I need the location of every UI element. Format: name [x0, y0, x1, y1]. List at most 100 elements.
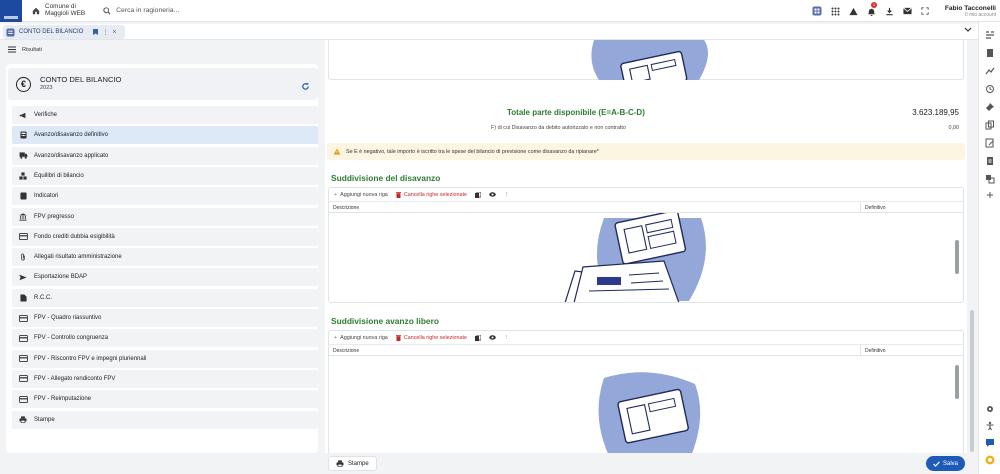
chevron-down-icon[interactable] — [964, 27, 972, 33]
menu-item-10[interactable]: FPV - Quadro riassuntivo — [12, 309, 318, 327]
more-options-icon[interactable]: ⋮ — [504, 335, 509, 341]
close-tab-icon[interactable]: × — [112, 29, 116, 36]
menu-item-8[interactable]: Esportazione BDAP — [12, 268, 318, 287]
list-settings-icon[interactable] — [985, 30, 995, 40]
grid-scrollbar[interactable] — [955, 365, 959, 399]
menu-item-label: Fondo crediti dubbia esigibilità — [34, 233, 115, 240]
menu-item-12[interactable]: FPV - Riscontro FPV e impegni pluriennal… — [12, 349, 318, 368]
add-row-button[interactable]: + Aggiungi nuova riga — [334, 335, 388, 341]
column-definitivo[interactable]: Definitivo — [865, 205, 886, 211]
print-button[interactable]: Stampe — [328, 456, 377, 471]
eye-icon[interactable] — [489, 192, 496, 197]
accessibility-icon[interactable] — [985, 421, 995, 431]
user-account-link: Il mio account — [965, 11, 996, 18]
bookmark-icon[interactable] — [93, 29, 99, 35]
grid-scrollbar[interactable] — [955, 240, 959, 274]
euro-icon: € — [16, 77, 31, 92]
fullscreen-icon[interactable] — [916, 0, 934, 22]
menu-item-1[interactable]: Avanzo/disavanzo definitivo — [12, 126, 318, 145]
main-content: Totale parte disponibile (E=A-B-C-D) 3.6… — [325, 40, 967, 453]
more-options-icon[interactable]: ⋮ — [504, 192, 509, 198]
card-icon — [16, 355, 30, 363]
search-icon — [103, 6, 111, 15]
card-icon — [16, 395, 30, 403]
delete-rows-button[interactable]: Cancella righe selezionate — [395, 192, 467, 198]
trend-icon[interactable] — [985, 66, 995, 76]
history-icon[interactable] — [985, 84, 995, 94]
chat-icon[interactable] — [985, 438, 995, 448]
results-toggle[interactable]: Risultati — [8, 46, 42, 53]
column-descrizione[interactable]: Descrizione — [333, 348, 359, 354]
gear-icon[interactable] — [985, 404, 995, 414]
grid-header: Descrizione Definitivo — [329, 345, 963, 356]
menu-item-11[interactable]: FPV - Controllo congruenza — [12, 329, 318, 348]
alert-icon[interactable] — [844, 0, 862, 22]
menu-item-13[interactable]: FPV - Allegato rendiconto FPV — [12, 369, 318, 388]
menu-item-7[interactable]: Allegati risultato amministrazione — [12, 248, 318, 267]
gauge-icon — [16, 192, 30, 200]
tab-label: CONTO DEL BILANCIO — [19, 29, 84, 35]
menu-item-label: Esportazione BDAP — [34, 274, 88, 281]
menu-item-2[interactable]: Avanzo/disavanzo applicato — [12, 146, 318, 165]
boxes-icon — [16, 172, 30, 180]
printer-icon — [336, 460, 344, 467]
results-label: Risultati — [22, 46, 42, 53]
menu-item-9[interactable]: R.C.C. — [12, 288, 318, 307]
save-button[interactable]: Salva — [926, 456, 965, 471]
eye-icon[interactable] — [489, 335, 496, 340]
delete-rows-button[interactable]: Cancella righe selezionate — [395, 335, 467, 341]
bell-icon[interactable]: 1 — [862, 0, 880, 22]
copy-icon[interactable] — [475, 334, 482, 341]
organization[interactable]: Comune di Maggioli WEB — [32, 3, 86, 17]
download-icon[interactable] — [880, 0, 898, 22]
total-label: Totale parte disponibile (E=A-B-C-D) — [507, 108, 645, 117]
layers-icon[interactable] — [985, 174, 995, 184]
menu-item-5[interactable]: FPV pregresso — [12, 207, 318, 226]
user-menu[interactable]: Fabio Tacconelli Il mio account — [940, 5, 1000, 18]
column-descrizione[interactable]: Descrizione — [333, 205, 359, 211]
warning-banner: Se E è negativo, tale importo è iscritto… — [327, 143, 965, 160]
menu-item-0[interactable]: Verifiche — [12, 106, 318, 124]
file-icon[interactable] — [985, 156, 995, 166]
previous-grid-empty-area — [328, 40, 964, 80]
book-icon[interactable] — [985, 48, 995, 58]
menu-item-3[interactable]: Equilibri di bilancio — [12, 166, 318, 185]
warning-text: Se E è negativo, tale importo è iscritto… — [346, 148, 599, 155]
mail-icon[interactable] — [898, 0, 916, 22]
pin-icon[interactable] — [985, 102, 995, 112]
refresh-icon[interactable] — [301, 82, 310, 91]
apps-icon[interactable] — [808, 0, 826, 22]
add-row-button[interactable]: + Aggiungi nuova riga — [334, 192, 388, 198]
menu-item-4[interactable]: Indicatori — [12, 187, 318, 206]
empty-state-illustration — [591, 40, 708, 80]
calculator-icon — [16, 131, 30, 139]
tab-conto-del-bilancio[interactable]: CONTO DEL BILANCIO ⋮ × — [3, 25, 125, 39]
menu-item-15[interactable]: Stampe — [12, 410, 318, 429]
copy-icon[interactable] — [475, 191, 482, 198]
column-definitivo[interactable]: Definitivo — [865, 348, 886, 354]
search-input[interactable]: Cerca in ragioneria... — [103, 6, 179, 15]
org-name-line2: Maggioli WEB — [45, 9, 86, 17]
app-logo[interactable] — [0, 0, 22, 22]
plus-icon[interactable] — [985, 190, 995, 200]
main-scrollbar[interactable] — [970, 310, 974, 452]
card-icon — [16, 233, 30, 241]
copy-icon[interactable] — [985, 120, 995, 130]
sub-label: F) di cui Disavanzo da debito autorizzat… — [491, 125, 626, 131]
section-avanzo-libero-title: Suddivisione avanzo libero — [331, 316, 439, 326]
megaphone-icon — [16, 112, 30, 119]
menu-item-14[interactable]: FPV - Reimputazione — [12, 390, 318, 409]
grid-icon[interactable] — [826, 0, 844, 22]
menu-item-6[interactable]: Fondo crediti dubbia esigibilità — [12, 227, 318, 246]
user-name: Fabio Tacconelli — [944, 4, 996, 12]
empty-state-illustration — [598, 372, 701, 453]
help-icon[interactable] — [985, 455, 995, 465]
menu-item-label: FPV - Riscontro FPV e impegni pluriennal… — [34, 355, 147, 362]
more-icon[interactable]: ⋮ — [102, 29, 108, 36]
right-rail — [978, 22, 1000, 474]
edit-icon[interactable] — [985, 138, 995, 148]
card-icon — [16, 314, 30, 322]
plus-icon: + — [334, 334, 338, 341]
print-label: Stampe — [348, 460, 369, 467]
sub-value: 0,00 — [948, 125, 960, 131]
